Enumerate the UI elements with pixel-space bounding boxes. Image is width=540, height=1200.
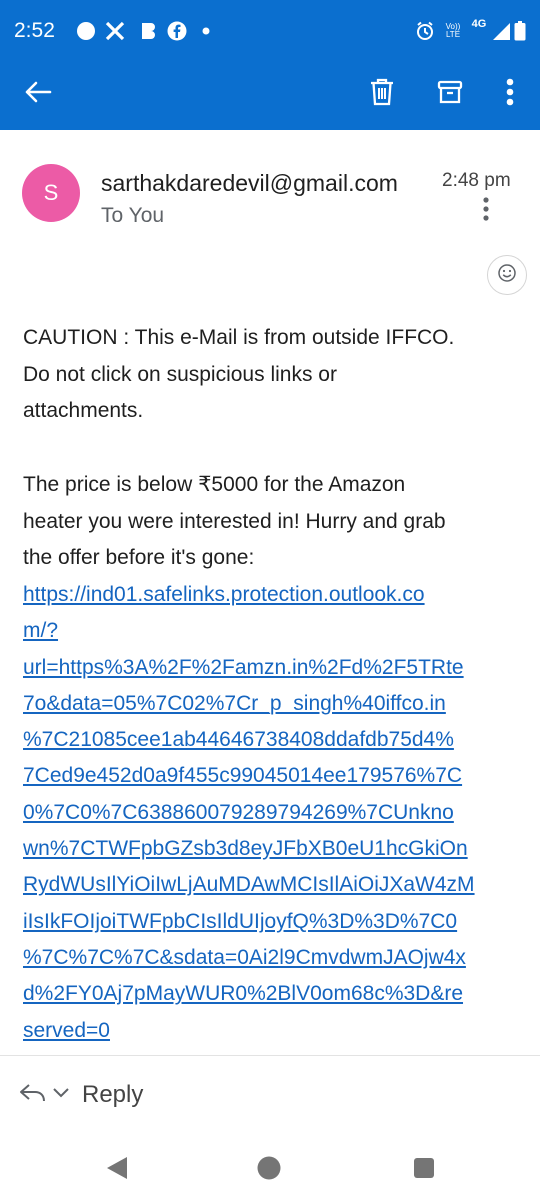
x-icon	[104, 20, 126, 42]
message-line: The price is below ₹5000 for the Amazon	[23, 473, 406, 496]
link-line[interactable]: wn%7CTWFpbGZsb3d8eyJFbXB0eU1hcGkiOn	[23, 831, 528, 867]
smiley-icon	[497, 263, 517, 288]
notification-dot-icon	[76, 20, 96, 42]
message-line: the offer before it's gone:	[23, 546, 255, 569]
nav-back-button[interactable]	[96, 1150, 136, 1190]
back-button[interactable]	[14, 70, 62, 118]
caution-line: attachments.	[23, 399, 144, 422]
facebook-icon	[166, 20, 188, 42]
link-line[interactable]: 0%7C0%7C638860079289794269%7CUnkno	[23, 795, 528, 831]
more-options-button[interactable]	[486, 70, 534, 118]
battery-icon	[512, 20, 528, 42]
home-circle-icon	[256, 1155, 282, 1186]
add-reaction-button[interactable]	[487, 255, 527, 295]
archive-button[interactable]	[426, 70, 474, 118]
chevron-down-icon[interactable]	[52, 1086, 70, 1104]
link-line[interactable]: iIsIkFOIjoiTWFpbCIsIldUIjoyfQ%3D%3D%7C0	[23, 904, 528, 940]
arrow-left-icon	[24, 80, 52, 109]
reply-arrow-icon	[18, 1082, 48, 1109]
reply-button[interactable]: Reply	[18, 1075, 143, 1115]
delete-button[interactable]	[358, 70, 406, 118]
more-vertical-icon	[474, 197, 498, 226]
nav-home-button[interactable]	[249, 1150, 289, 1190]
caution-notice: CAUTION : This e-Mail is from outside IF…	[23, 320, 523, 430]
system-nav-bar	[0, 1140, 540, 1200]
nav-recents-button[interactable]	[404, 1150, 444, 1190]
sender-address[interactable]: sarthakdaredevil@gmail.com	[101, 170, 398, 197]
link-line[interactable]: 7Ced9e452d0a9f455c99045014ee179576%7C	[23, 758, 528, 794]
message-text: The price is below ₹5000 for the Amazon …	[23, 467, 523, 577]
volte-icon: Vo)) LTE	[440, 20, 466, 42]
trash-icon	[369, 78, 395, 111]
recents-square-icon	[413, 1157, 435, 1184]
divider	[0, 1055, 540, 1056]
link-line[interactable]: https://ind01.safelinks.protection.outlo…	[23, 577, 528, 613]
volte-label: Vo)) LTE	[445, 22, 461, 39]
status-bar: 2:52 Vo)) LTE 4G	[0, 0, 540, 62]
more-vertical-icon	[506, 78, 514, 111]
link-line[interactable]: 7o&data=05%7C02%7Cr_p_singh%40iffco.in	[23, 686, 528, 722]
top-bar: 2:52 Vo)) LTE 4G	[0, 0, 540, 130]
link-line[interactable]: served=0	[23, 1013, 528, 1049]
app-bar	[0, 62, 540, 130]
dot-icon	[200, 20, 212, 42]
sent-time: 2:48 pm	[442, 170, 511, 191]
message-more-button[interactable]	[474, 196, 498, 222]
link-line[interactable]: RydWUsIlYiOiIwLjAuMDAwMCIsIlAiOiJXaW4zM	[23, 867, 528, 903]
reply-label: Reply	[82, 1081, 144, 1108]
caution-line: Do not click on suspicious links or	[23, 362, 337, 386]
link-line[interactable]: %7C21085cee1ab44646738408ddafdb75d4%	[23, 722, 528, 758]
recipient-line[interactable]: To You	[101, 204, 164, 228]
alarm-icon	[414, 20, 436, 42]
link-line[interactable]: %7C%7C%7C&sdata=0Ai2l9CmvdwmJAOjw4x	[23, 940, 528, 976]
b-icon	[138, 20, 160, 42]
suspicious-link[interactable]: https://ind01.safelinks.protection.outlo…	[23, 577, 528, 1049]
link-line[interactable]: d%2FY0Aj7pMayWUR0%2BlV0om68c%3D&re	[23, 976, 528, 1012]
archive-icon	[437, 79, 463, 110]
caution-line: CAUTION : This e-Mail is from outside IF…	[23, 326, 455, 349]
link-line[interactable]: m/?	[23, 613, 528, 649]
status-time: 2:52	[14, 19, 55, 42]
link-line[interactable]: url=https%3A%2F%2Famzn.in%2Fd%2F5TRte	[23, 650, 528, 686]
network-type-label: 4G	[471, 18, 487, 30]
sender-avatar[interactable]: S	[22, 164, 80, 222]
message-line: heater you were interested in! Hurry and…	[23, 509, 446, 533]
back-triangle-icon	[103, 1155, 129, 1186]
signal-icon	[490, 20, 512, 42]
